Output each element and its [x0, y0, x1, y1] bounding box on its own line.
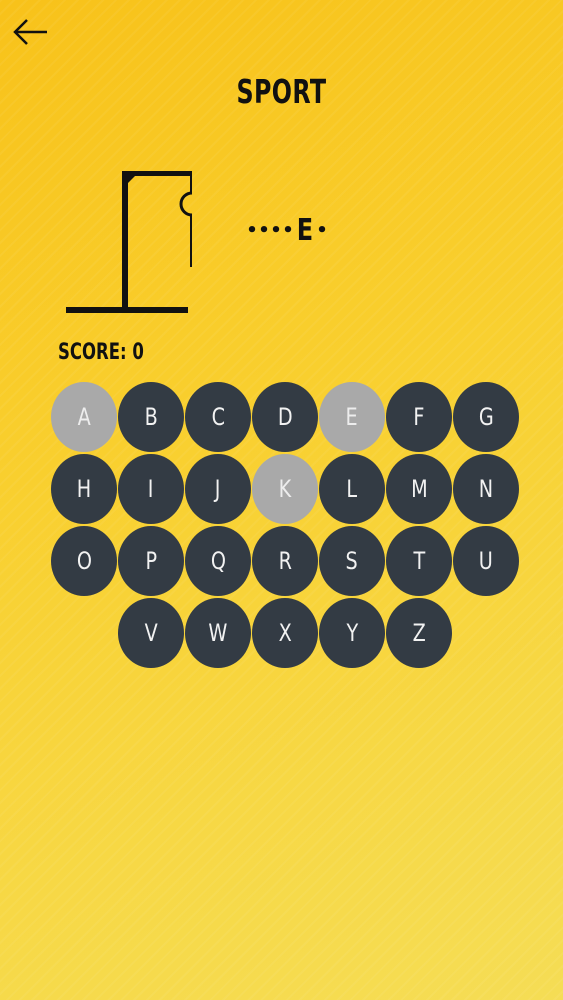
key-u[interactable]: U: [453, 526, 519, 596]
key-q[interactable]: Q: [185, 526, 251, 596]
letter-slot: •: [246, 219, 258, 241]
key-z[interactable]: Z: [386, 598, 452, 668]
key-e[interactable]: E: [319, 382, 385, 452]
hangman-head: [179, 191, 205, 217]
key-s[interactable]: S: [319, 526, 385, 596]
key-o[interactable]: O: [51, 526, 117, 596]
letter-slot: •: [270, 219, 282, 241]
key-y[interactable]: Y: [319, 598, 385, 668]
key-d[interactable]: D: [252, 382, 318, 452]
back-button[interactable]: [10, 14, 52, 50]
key-n[interactable]: N: [453, 454, 519, 524]
key-w[interactable]: W: [185, 598, 251, 668]
key-r[interactable]: R: [252, 526, 318, 596]
key-t[interactable]: T: [386, 526, 452, 596]
key-v[interactable]: V: [118, 598, 184, 668]
key-b[interactable]: B: [118, 382, 184, 452]
gallows-rope: [190, 171, 194, 193]
gallows-pole: [122, 171, 128, 309]
key-h[interactable]: H: [51, 454, 117, 524]
word-display: • • • • E •: [246, 210, 328, 250]
letter-slot-revealed: E: [296, 212, 314, 248]
hangman-body: [190, 215, 194, 267]
key-x[interactable]: X: [252, 598, 318, 668]
hangman-drawing: [62, 165, 205, 321]
letter-slot: •: [316, 219, 328, 241]
key-p[interactable]: P: [118, 526, 184, 596]
key-a[interactable]: A: [51, 382, 117, 452]
key-k[interactable]: K: [252, 454, 318, 524]
category-title: SPORT: [236, 72, 327, 111]
key-f[interactable]: F: [386, 382, 452, 452]
letter-slot: •: [258, 219, 270, 241]
letter-slot: •: [282, 219, 294, 241]
key-m[interactable]: M: [386, 454, 452, 524]
key-c[interactable]: C: [185, 382, 251, 452]
gallows-brace: [128, 171, 140, 183]
score-label: SCORE: 0: [58, 340, 144, 365]
key-g[interactable]: G: [453, 382, 519, 452]
key-i[interactable]: I: [118, 454, 184, 524]
key-l[interactable]: L: [319, 454, 385, 524]
arrow-left-icon: [13, 19, 47, 45]
key-j[interactable]: J: [185, 454, 251, 524]
